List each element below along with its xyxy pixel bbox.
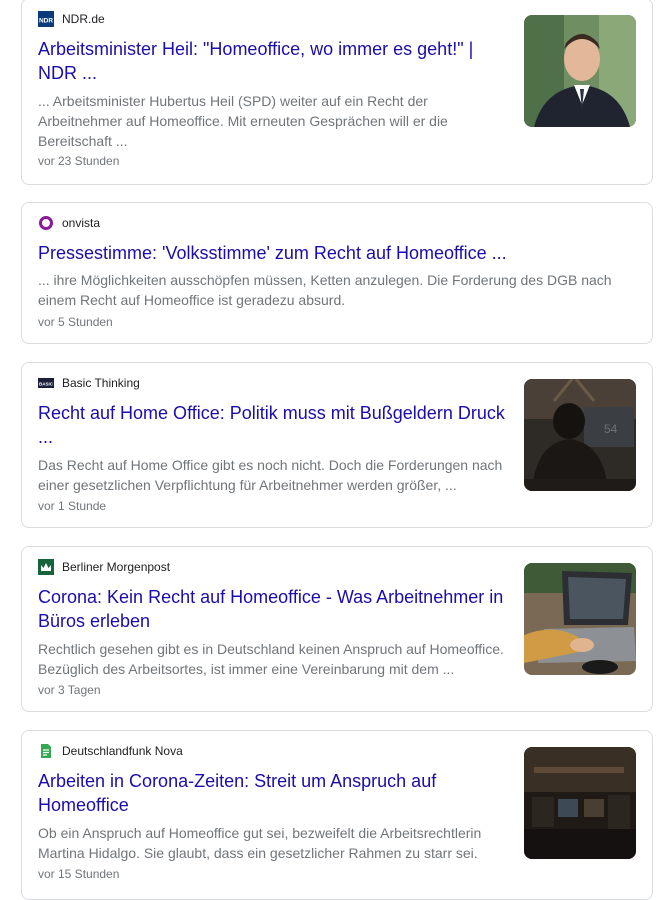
news-timestamp: vor 23 Stunden — [38, 154, 120, 168]
onvista-logo-icon — [38, 215, 54, 231]
ndr-logo-icon: NDR — [38, 11, 54, 27]
berliner-morgenpost-logo-icon — [38, 559, 54, 575]
news-source: Deutschlandfunk Nova — [38, 743, 183, 759]
news-timestamp: vor 5 Stunden — [38, 315, 113, 329]
news-snippet: ... Arbeitsminister Hubertus Heil (SPD) … — [38, 93, 448, 149]
news-source-name: Deutschlandfunk Nova — [62, 744, 183, 758]
news-card[interactable]: BASIC Basic Thinking Recht auf Home Offi… — [21, 362, 653, 528]
news-snippet: Ob ein Anspruch auf Homeoffice gut sei, … — [38, 825, 482, 861]
news-source-name: Basic Thinking — [62, 376, 140, 390]
basic-thinking-logo-icon: BASIC — [38, 375, 54, 391]
news-thumbnail[interactable] — [524, 747, 636, 859]
news-thumbnail[interactable] — [524, 563, 636, 675]
news-source-name: onvista — [62, 216, 101, 230]
document-logo-icon — [38, 743, 54, 759]
svg-text:NDR: NDR — [39, 18, 53, 25]
news-thumbnail[interactable] — [524, 15, 636, 127]
news-card[interactable]: Deutschlandfunk Nova Arbeiten in Corona-… — [21, 730, 653, 900]
news-title-link[interactable]: Recht auf Home Office: Politik muss mit … — [38, 401, 513, 449]
news-source-name: Berliner Morgenpost — [62, 560, 171, 574]
news-source-name: NDR.de — [62, 12, 105, 26]
news-snippet: Rechtlich gesehen gibt es in Deutschland… — [38, 641, 504, 677]
news-card[interactable]: onvista Pressestimme: 'Volksstimme' zum … — [21, 202, 653, 344]
news-card[interactable]: Berliner Morgenpost Corona: Kein Recht a… — [21, 546, 653, 712]
news-snippet: Das Recht auf Home Office gibt es noch n… — [38, 457, 503, 493]
news-snippet: ... ihre Möglichkeiten ausschöpfen müsse… — [38, 272, 612, 308]
news-timestamp: vor 3 Tagen — [38, 683, 101, 697]
news-source: Berliner Morgenpost — [38, 559, 170, 575]
news-source: BASIC Basic Thinking — [38, 375, 140, 391]
news-title-link[interactable]: Arbeiten in Corona-Zeiten: Streit um Ans… — [38, 769, 478, 817]
svg-text:BASIC: BASIC — [39, 382, 54, 387]
news-timestamp: vor 15 Stunden — [38, 867, 120, 881]
news-title-link[interactable]: Arbeitsminister Heil: "Homeoffice, wo im… — [38, 37, 498, 85]
news-title-link[interactable]: Corona: Kein Recht auf Homeoffice - Was … — [38, 585, 513, 633]
news-timestamp: vor 1 Stunde — [38, 499, 107, 513]
svg-text:54: 54 — [604, 422, 618, 436]
news-source: NDR NDR.de — [38, 11, 105, 27]
news-thumbnail[interactable]: 54 — [524, 379, 636, 491]
news-card[interactable]: NDR NDR.de Arbeitsminister Heil: "Homeof… — [21, 0, 653, 185]
news-source: onvista — [38, 215, 100, 231]
news-title-link[interactable]: Pressestimme: 'Volksstimme' zum Recht au… — [38, 241, 628, 265]
